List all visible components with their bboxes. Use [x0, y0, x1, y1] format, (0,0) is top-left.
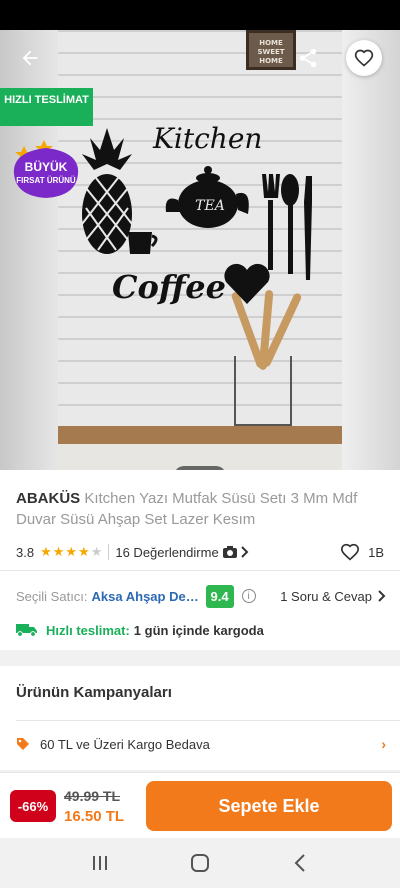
reviews-link[interactable]: 16 Değerlendirme — [115, 544, 249, 560]
campaign-item[interactable]: 60 TL ve Üzeri Kargo Bedava › — [16, 734, 386, 754]
tea-word: TEA — [195, 198, 225, 214]
old-price: 49.99 TL — [64, 788, 121, 804]
home-icon — [191, 854, 209, 872]
camera-icon — [222, 546, 237, 558]
rating-row: 3.8 ★ ★ ★ ★ ★ 16 Değerlendirme 1B — [16, 542, 384, 562]
wooden-shelf — [58, 426, 342, 444]
star-icon: ★ — [78, 544, 90, 559]
campaign-section: Ürünün Kampanyaları 60 TL ve Üzeri Kargo… — [0, 666, 400, 770]
fast-delivery-badge: HIZLI TESLİMAT — [0, 88, 93, 126]
status-bar — [0, 0, 400, 30]
star-icon: ★ — [65, 544, 78, 559]
seller-score-badge: 9.4 — [205, 584, 234, 608]
seller-label: Seçili Satıcı: — [16, 588, 88, 604]
recents-button[interactable] — [80, 848, 120, 878]
next-image-peek — [342, 30, 400, 470]
qa-label: 1 Soru & Cevap — [280, 588, 372, 604]
product-info: ABAKÜS Kıtchen Yazı Mutfak Süsü Setı 3 M… — [0, 470, 400, 650]
shipping-row: Hızlı teslimat: 1 gün içinde kargoda — [16, 620, 386, 640]
back-arrow-icon — [22, 50, 38, 66]
star-icon: ★ — [40, 544, 52, 559]
favorite-button[interactable] — [346, 40, 382, 76]
seller-name-link[interactable]: Aksa Ahşap Dekor — [92, 589, 200, 604]
back-icon — [294, 854, 305, 872]
discount-badge: -66% — [10, 790, 56, 822]
big-badge-line1: BÜYÜK — [25, 159, 68, 174]
share-button[interactable] — [290, 40, 326, 76]
chevron-right-icon — [240, 546, 249, 558]
divider — [0, 570, 400, 571]
svg-text:SWEET: SWEET — [257, 48, 284, 56]
chevron-right-icon — [378, 590, 386, 602]
campaign-item-label: 60 TL ve Üzeri Kargo Bedava — [40, 736, 210, 752]
qa-link[interactable]: 1 Soru & Cevap — [280, 589, 386, 604]
rating-stars: ★ ★ ★ ★ ★ — [40, 544, 102, 560]
svg-text:HOME: HOME — [259, 57, 283, 65]
big-badge-line2: FIRSAT ÜRÜNÜ — [16, 176, 76, 185]
divider — [108, 544, 110, 560]
heart-decor-icon — [224, 263, 270, 304]
shipping-label: Hızlı teslimat: — [46, 622, 130, 638]
star-icon: ★ — [52, 544, 65, 559]
recents-icon — [93, 856, 107, 870]
chevron-right-icon: › — [381, 736, 386, 752]
share-icon — [299, 48, 317, 68]
likes-button[interactable]: 1B — [340, 543, 384, 561]
coffee-word: Coffee — [112, 268, 226, 306]
teapot-icon: TEA — [165, 166, 249, 228]
shipping-text: 1 gün içinde kargoda — [133, 622, 264, 638]
campaign-title: Ürünün Kampanyaları — [16, 684, 172, 701]
likes-count: 1B — [368, 544, 384, 560]
heart-icon — [354, 49, 374, 67]
product-title: ABAKÜS Kıtchen Yazı Mutfak Süsü Setı 3 M… — [16, 488, 386, 530]
heart-icon — [341, 543, 360, 561]
kitchen-word: Kitchen — [153, 122, 263, 155]
info-icon[interactable]: i — [241, 589, 256, 603]
wall-frame: HOME SWEET HOME — [246, 30, 296, 70]
rating-value: 3.8 — [16, 544, 35, 560]
svg-text:HOME: HOME — [259, 39, 283, 47]
star-empty-icon: ★ — [90, 544, 103, 559]
big-opportunity-badge: BÜYÜK FIRSAT ÜRÜNÜ — [13, 140, 79, 198]
reviews-count: 16 Değerlendirme — [115, 544, 219, 560]
add-to-cart-button[interactable]: Sepete Ekle — [146, 781, 392, 831]
truck-icon — [16, 624, 37, 637]
seller-row: Seçili Satıcı: Aksa Ahşap Dekor 9.4 i 1 … — [16, 584, 386, 608]
home-button[interactable] — [180, 848, 220, 878]
new-price: 16.50 TL — [64, 808, 125, 825]
tag-icon — [17, 738, 29, 750]
product-brand[interactable]: ABAKÜS — [16, 490, 80, 507]
system-nav-bar — [0, 838, 400, 888]
bottom-purchase-bar: -66% 49.99 TL 16.50 TL Sepete Ekle — [0, 772, 400, 838]
divider — [16, 720, 400, 721]
system-back-button[interactable] — [280, 848, 320, 878]
back-button[interactable] — [12, 40, 48, 76]
coffee-cup-icon — [128, 232, 158, 254]
